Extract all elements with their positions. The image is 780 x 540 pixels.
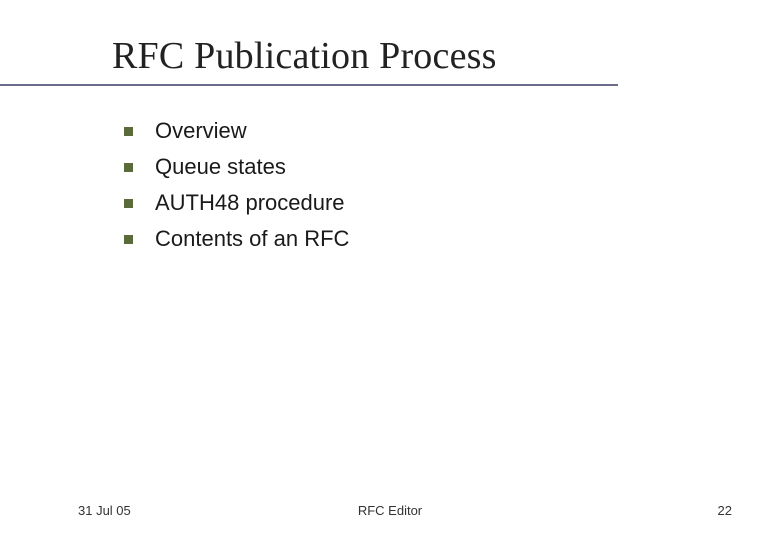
bullet-label: Contents of an RFC	[155, 226, 349, 252]
list-item: Overview	[124, 118, 349, 144]
bullet-label: Queue states	[155, 154, 286, 180]
footer-page-number: 22	[718, 503, 732, 518]
slide-title: RFC Publication Process	[112, 34, 497, 78]
slide: RFC Publication Process Overview Queue s…	[0, 0, 780, 540]
list-item: Queue states	[124, 154, 349, 180]
list-item: Contents of an RFC	[124, 226, 349, 252]
bullet-label: Overview	[155, 118, 247, 144]
square-bullet-icon	[124, 127, 133, 136]
title-underline	[0, 84, 618, 86]
bullet-list: Overview Queue states AUTH48 procedure C…	[124, 118, 349, 262]
square-bullet-icon	[124, 199, 133, 208]
list-item: AUTH48 procedure	[124, 190, 349, 216]
square-bullet-icon	[124, 163, 133, 172]
square-bullet-icon	[124, 235, 133, 244]
footer-center: RFC Editor	[0, 503, 780, 518]
bullet-label: AUTH48 procedure	[155, 190, 345, 216]
